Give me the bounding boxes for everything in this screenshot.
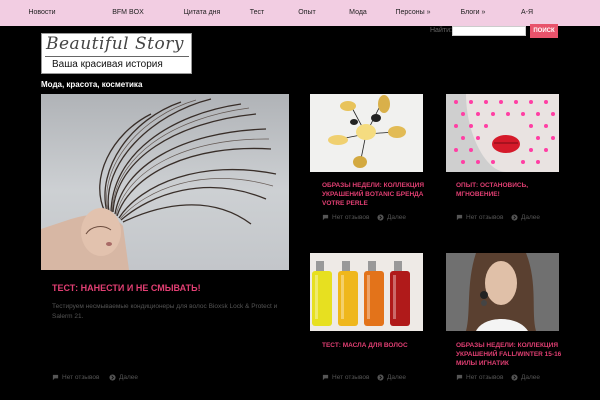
hero-more-link[interactable]: Далее: [109, 374, 138, 381]
logo-subtitle: Ваша красивая история: [52, 59, 163, 70]
arrow-circle-icon: [377, 214, 384, 221]
gold-flower-jewelry-photo: [328, 95, 406, 168]
arrow-circle-icon: [109, 374, 116, 381]
card-1-more-link[interactable]: Далее: [377, 214, 406, 221]
card-3-more-label: Далее: [387, 374, 407, 381]
card-3-comments-label: Нет отзывов: [332, 374, 370, 381]
card-2-comments-label: Нет отзывов: [466, 214, 504, 221]
card-4-comments-label: Нет отзывов: [466, 374, 504, 381]
comments-icon: [52, 374, 59, 381]
hero-more-label: Далее: [119, 374, 139, 381]
nav-item-blogs[interactable]: Блоги »: [442, 0, 504, 26]
nav-item-az[interactable]: А-Я: [504, 0, 550, 26]
comments-icon: [322, 214, 329, 221]
card-image-oils[interactable]: [310, 253, 423, 331]
nav-item-test[interactable]: Тест: [232, 0, 282, 26]
card-2-more-link[interactable]: Далее: [511, 214, 540, 221]
nav-item-experience[interactable]: Опыт: [282, 0, 332, 26]
hero-comments-label: Нет отзывов: [62, 374, 100, 381]
card-3-comments-link[interactable]: Нет отзывов: [322, 374, 369, 381]
hero-image[interactable]: [41, 94, 289, 270]
card-1-title[interactable]: ОБРАЗЫ НЕДЕЛИ: КОЛЛЕКЦИЯ УКРАШЕНИЙ BOTAN…: [322, 181, 430, 208]
nav-item-quote[interactable]: Цитата дня: [172, 0, 232, 26]
card-image-jewelry[interactable]: [310, 94, 423, 172]
card-1-more-label: Далее: [387, 214, 407, 221]
nav-item-fashion[interactable]: Мода: [332, 0, 384, 26]
comments-icon: [456, 374, 463, 381]
hair-flip-photo: [41, 98, 277, 270]
card-4-comments-link[interactable]: Нет отзывов: [456, 374, 503, 381]
arrow-circle-icon: [511, 214, 518, 221]
card-3-more-link[interactable]: Далее: [377, 374, 406, 381]
hero-article-excerpt: Тестируем несмываемые кондиционеры для в…: [52, 303, 278, 320]
card-4-more-label: Далее: [521, 374, 541, 381]
nav-item-persons[interactable]: Персоны »: [384, 0, 442, 26]
pink-dots-face-photo: [446, 94, 559, 172]
hero-article-title[interactable]: ТЕСТ: НАНЕСТИ И НЕ СМЫВАТЬ!: [52, 283, 201, 293]
card-2-more-label: Далее: [521, 214, 541, 221]
search-button[interactable]: ПОИСК: [530, 24, 558, 38]
nav-item-bfm-box[interactable]: BFM BOX: [84, 0, 172, 26]
arrow-circle-icon: [377, 374, 384, 381]
site-tagline: Мода, красота, косметика: [41, 80, 143, 89]
card-image-face-dots[interactable]: [446, 94, 559, 172]
card-4-title[interactable]: ОБРАЗЫ НЕДЕЛИ: КОЛЛЕКЦИЯ УКРАШЕНИЙ FALL/…: [456, 341, 564, 368]
top-navigation: Новости BFM BOX Цитата дня Тест Опыт Мод…: [0, 0, 600, 26]
site-logo[interactable]: Beautiful Story Ваша красивая история: [41, 33, 192, 74]
card-3-title[interactable]: ТЕСТ: МАСЛА ДЛЯ ВОЛОС: [322, 341, 430, 350]
search-label: Найти:: [430, 27, 452, 34]
logo-divider: [45, 56, 189, 57]
arrow-circle-icon: [511, 374, 518, 381]
card-2-comments-link[interactable]: Нет отзывов: [456, 214, 503, 221]
oil-bottles-photo: [312, 261, 410, 326]
card-2-title[interactable]: ОПЫТ: ОСТАНОВИСЬ, МГНОВЕНИЕ!: [456, 181, 564, 199]
hero-comments-link[interactable]: Нет отзывов: [52, 374, 99, 381]
search-input[interactable]: [452, 26, 526, 36]
logo-script-text: Beautiful Story: [46, 34, 184, 54]
model-earrings-photo: [446, 253, 559, 331]
card-1-comments-link[interactable]: Нет отзывов: [322, 214, 369, 221]
card-1-comments-label: Нет отзывов: [332, 214, 370, 221]
comments-icon: [456, 214, 463, 221]
card-image-earrings[interactable]: [446, 253, 559, 331]
comments-icon: [322, 374, 329, 381]
card-4-more-link[interactable]: Далее: [511, 374, 540, 381]
nav-item-news[interactable]: Новости: [0, 0, 84, 26]
